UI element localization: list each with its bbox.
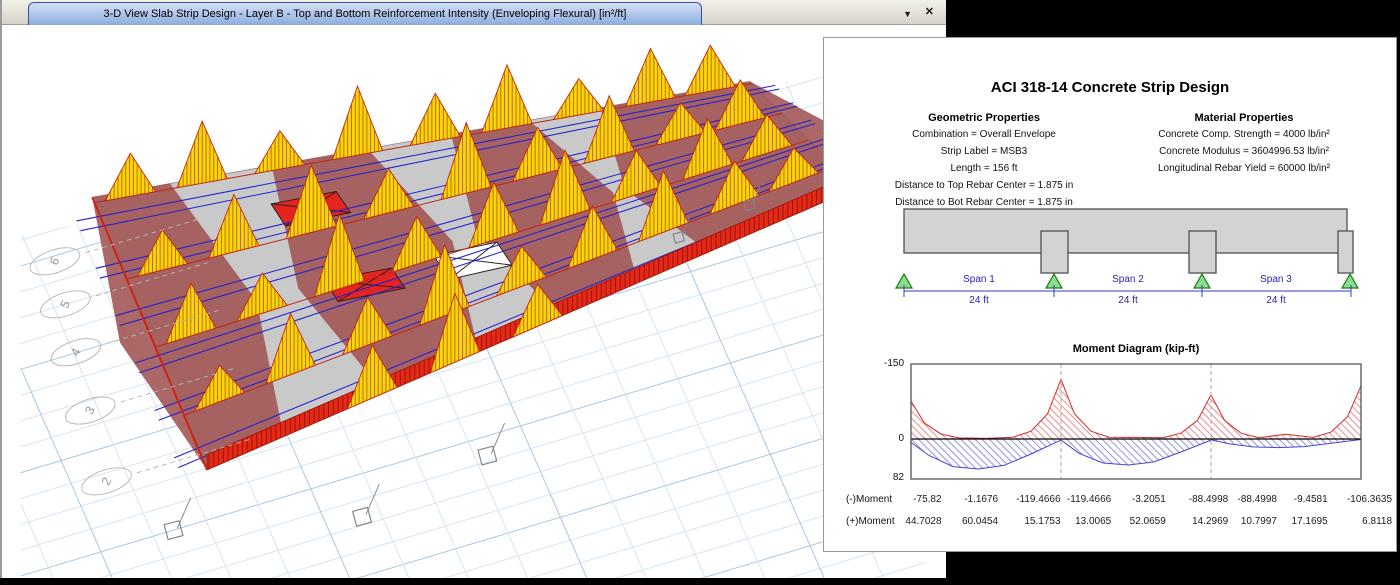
moment-table: (-)Moment-75.82-1.1676-119.4666-119.4666… bbox=[844, 488, 1392, 532]
property-line: Concrete Modulus = 3604996.53 lb/in² bbox=[1094, 146, 1394, 157]
negative-moment-area bbox=[911, 379, 1061, 439]
column-support-symbol bbox=[478, 423, 505, 465]
view-tab[interactable]: 3-D View Slab Strip Design - Layer B - T… bbox=[28, 2, 702, 25]
property-line: Combination = Overall Envelope bbox=[834, 129, 1134, 140]
moment-table-cell: 17.1695 bbox=[1277, 516, 1328, 527]
y-axis-tick: 0 bbox=[868, 433, 904, 444]
3d-view-window: 3-D View Slab Strip Design - Layer B - T… bbox=[0, 0, 946, 578]
moment-table-cell: 6.8118 bbox=[1328, 516, 1392, 527]
moment-diagram bbox=[911, 364, 1361, 479]
property-line: Strip Label = MSB3 bbox=[834, 146, 1134, 157]
positive-moment-area bbox=[1061, 439, 1211, 465]
close-icon[interactable]: ✕ bbox=[925, 4, 934, 20]
geometric-properties-heading: Geometric Properties bbox=[834, 112, 1134, 124]
moment-table-cell: -119.4666 bbox=[998, 494, 1060, 505]
moment-table-cell: -88.4998 bbox=[1166, 494, 1228, 505]
svg-text:5: 5 bbox=[57, 298, 73, 311]
moment-table-cell: 13.0065 bbox=[1061, 516, 1112, 527]
support-triangle bbox=[1342, 274, 1358, 288]
property-line: Longitudinal Rebar Yield = 60000 lb/in² bbox=[1094, 163, 1394, 174]
span-label: Span 3 bbox=[1236, 274, 1316, 285]
moment-table-cell: -3.2051 bbox=[1111, 494, 1166, 505]
dropdown-icon[interactable]: ▼ bbox=[903, 6, 912, 22]
report-title: ACI 318-14 Concrete Strip Design bbox=[824, 79, 1396, 96]
y-axis-tick: -150 bbox=[868, 358, 904, 369]
window-title: 3-D View Slab Strip Design - Layer B - T… bbox=[104, 8, 627, 20]
negative-moment-area bbox=[1211, 386, 1361, 439]
moment-row-label: (+)Moment bbox=[844, 516, 899, 527]
moment-table-cell: -9.4581 bbox=[1277, 494, 1328, 505]
titlebar: 3-D View Slab Strip Design - Layer B - T… bbox=[0, 0, 946, 25]
y-axis-tick: 82 bbox=[868, 472, 904, 483]
moment-table-cell: 10.7997 bbox=[1228, 516, 1277, 527]
column-stub bbox=[1041, 231, 1068, 273]
property-line: Concrete Comp. Strength = 4000 lb/in² bbox=[1094, 129, 1394, 140]
span-length: 24 ft bbox=[1236, 295, 1316, 306]
report-panel: ACI 318-14 Concrete Strip Design Geometr… bbox=[823, 37, 1397, 552]
slab-section bbox=[904, 209, 1347, 253]
moment-diagram-title: Moment Diagram (kip-ft) bbox=[911, 343, 1361, 355]
property-line: Distance to Top Rebar Center = 1.875 in bbox=[834, 180, 1134, 191]
moment-table-cell: 44.7028 bbox=[899, 516, 942, 527]
moment-row-label: (-)Moment bbox=[844, 494, 899, 505]
span-label: Span 2 bbox=[1088, 274, 1168, 285]
moment-table-cell: 14.2969 bbox=[1166, 516, 1228, 527]
positive-moment-area bbox=[1211, 439, 1361, 448]
negative-moment-area bbox=[1061, 379, 1211, 439]
moment-table-row: (-)Moment-75.82-1.1676-119.4666-119.4666… bbox=[844, 488, 1392, 510]
3d-model-view[interactable]: 2 3 4 5 6 bbox=[0, 25, 946, 578]
svg-text:2: 2 bbox=[99, 475, 115, 488]
column-stub bbox=[1189, 231, 1216, 273]
moment-table-cell: -1.1676 bbox=[942, 494, 999, 505]
span-label: Span 1 bbox=[939, 274, 1019, 285]
positive-moment-area bbox=[911, 439, 1061, 469]
screen: { "window": { "title": "3-D View Slab St… bbox=[0, 0, 1400, 585]
moment-table-cell: -75.82 bbox=[899, 494, 942, 505]
column-support-symbol bbox=[353, 484, 380, 526]
slab-model bbox=[76, 45, 869, 470]
moment-table-cell: -88.4998 bbox=[1228, 494, 1277, 505]
moment-table-cell: 15.1753 bbox=[998, 516, 1060, 527]
property-line: Length = 156 ft bbox=[834, 163, 1134, 174]
column-support-symbol bbox=[164, 498, 191, 540]
svg-text:6: 6 bbox=[47, 255, 63, 268]
span-length: 24 ft bbox=[1088, 295, 1168, 306]
moment-table-cell: 52.0659 bbox=[1111, 516, 1166, 527]
moment-table-cell: 60.0454 bbox=[942, 516, 999, 527]
span-length: 24 ft bbox=[939, 295, 1019, 306]
moment-table-cell: -119.4666 bbox=[1061, 494, 1112, 505]
window-border bbox=[0, 0, 2, 578]
column-stub bbox=[1338, 231, 1353, 273]
material-properties-heading: Material Properties bbox=[1094, 112, 1394, 124]
moment-table-row: (+)Moment44.702860.045415.175313.006552.… bbox=[844, 510, 1392, 532]
svg-text:4: 4 bbox=[68, 346, 84, 359]
moment-table-cell: -106.3635 bbox=[1328, 494, 1392, 505]
svg-text:3: 3 bbox=[82, 404, 98, 417]
